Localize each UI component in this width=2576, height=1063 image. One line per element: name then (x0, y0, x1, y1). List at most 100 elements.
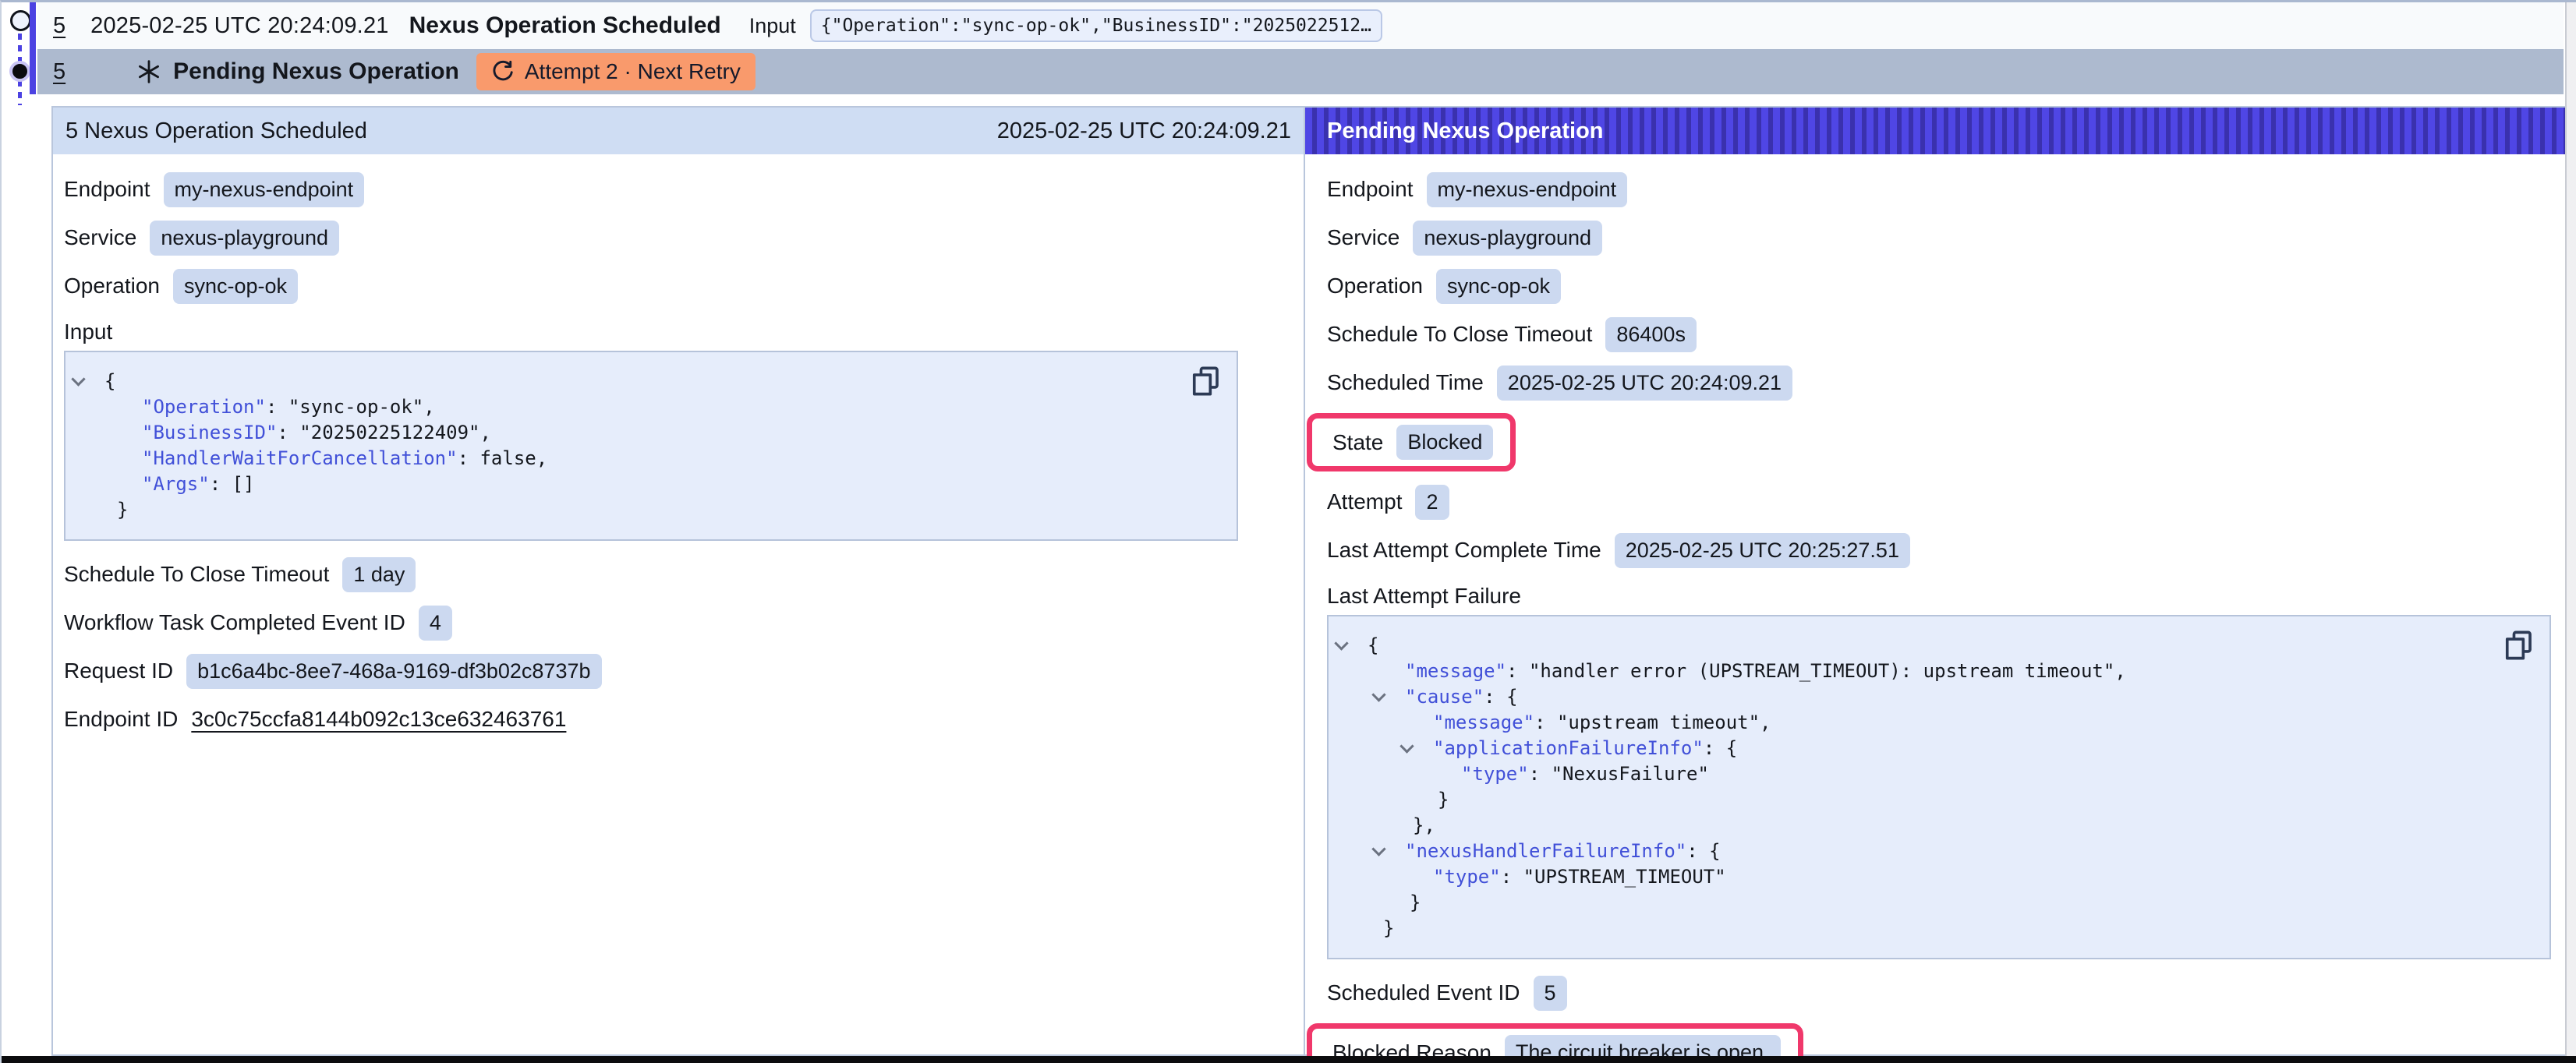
json-token: { (1709, 840, 1720, 862)
event-id-link[interactable]: 5 (53, 13, 65, 39)
json-token: "sync-op-ok" (288, 396, 423, 418)
field-label: Schedule To Close Timeout (1327, 322, 1592, 347)
field-label: Operation (1327, 274, 1423, 298)
json-code-line: "type": "UPSTREAM_TIMEOUT" (1329, 864, 2549, 890)
json-token: { (1726, 737, 1737, 759)
field-row-schedule-to-close-timeout: Schedule To Close Timeout1 day (64, 556, 1290, 592)
field-label: Endpoint (1327, 177, 1414, 202)
json-token: { (1506, 686, 1517, 708)
right-panel-fields: Endpointmy-nexus-endpointServicenexus-pl… (1305, 154, 2565, 1063)
event-id-link[interactable]: 5 (53, 59, 65, 85)
field-value-chip: 2025-02-25 UTC 20:25:27.51 (1615, 533, 1910, 568)
active-event-indicator-bar (30, 2, 36, 94)
field-value-chip: 2025-02-25 UTC 20:24:09.21 (1497, 366, 1792, 401)
field-label: Workflow Task Completed Event ID (64, 610, 405, 635)
json-code-line: "Operation": "sync-op-ok", (65, 394, 1237, 420)
field-value-chip: 86400s (1605, 317, 1697, 352)
endpoint-id-link[interactable]: 3c0c75ccfa8144b092c13ce632463761 (191, 707, 566, 732)
json-token: "type" (1433, 866, 1501, 888)
field-row-operation: Operationsync-op-ok (64, 268, 1290, 304)
collapse-chevron-icon[interactable] (1334, 636, 1348, 650)
collapse-chevron-icon[interactable] (1399, 739, 1414, 753)
field-row-last-attempt-failure: Last Attempt Failure (1327, 581, 2551, 612)
window-bottom-edge (2, 1056, 2576, 1063)
field-row-scheduled-event-id: Scheduled Event ID5 (1327, 975, 2551, 1011)
json-token: , (423, 396, 434, 418)
json-code-line: "BusinessID": "20250225122409", (65, 420, 1237, 446)
field-label: Service (64, 225, 136, 250)
copy-icon[interactable] (2503, 629, 2534, 663)
json-code-line: "Args": [] (65, 471, 1237, 497)
field-row-workflow-task-completed-event-id: Workflow Task Completed Event ID 4 (64, 605, 1290, 641)
scrollbar-gutter (2565, 2, 2576, 1063)
left-panel-header: 5 Nexus Operation Scheduled 2025-02-25 U… (53, 108, 1304, 154)
json-token: : (1534, 712, 1557, 733)
json-token: "BusinessID" (142, 422, 277, 443)
attempt-retry-badge: Attempt 2 · Next Retry (476, 53, 755, 90)
right-panel-header: Pending Nexus Operation (1305, 108, 2565, 154)
json-token: } (1410, 892, 1421, 913)
json-token: : (210, 473, 232, 495)
field-value-chip: sync-op-ok (1436, 269, 1561, 304)
event-row-pending-nexus-operation[interactable]: 5 Pending Nexus Operation Attempt 2 · Ne… (37, 49, 2564, 94)
json-token: "type" (1461, 763, 1529, 785)
field-row-service: Service nexus-playground (64, 220, 1290, 256)
json-code-line: { (1329, 633, 2549, 659)
json-token: , (1760, 712, 1771, 733)
event-timestamp: 2025-02-25 UTC 20:24:09.21 (90, 13, 388, 39)
left-panel-fields: Endpointmy-nexus-endpointServicenexus-pl… (53, 154, 1304, 758)
field-label: Input (64, 320, 112, 344)
event-title: Pending Nexus Operation (173, 58, 459, 85)
json-token: : (1484, 686, 1506, 708)
json-token: : (1501, 866, 1523, 888)
event-open-circle-icon (10, 10, 31, 31)
json-token: : (1686, 840, 1709, 862)
collapse-chevron-icon[interactable] (1371, 687, 1385, 701)
json-token: "UPSTREAM_TIMEOUT" (1523, 866, 1726, 888)
event-title: Nexus Operation Scheduled (409, 12, 721, 39)
json-token: "message" (1433, 712, 1534, 733)
input-json-block: {"Operation": "sync-op-ok","BusinessID":… (64, 351, 1238, 541)
copy-icon[interactable] (1190, 365, 1221, 399)
field-value-chip: 4 (419, 606, 452, 641)
field-row-attempt: Attempt2 (1327, 484, 2551, 520)
failure-json-block: {"message": "handler error (UPSTREAM_TIM… (1327, 615, 2551, 959)
json-token: "NexusFailure" (1552, 763, 1709, 785)
field-label: Request ID (64, 659, 173, 683)
field-label: Schedule To Close Timeout (64, 562, 329, 587)
collapse-chevron-icon[interactable] (1371, 842, 1385, 856)
json-token: : (1506, 660, 1529, 682)
json-token: "upstream timeout" (1557, 712, 1760, 733)
field-label: State (1332, 430, 1383, 455)
field-value-chip: nexus-playground (150, 221, 339, 256)
json-code-line: "message": "upstream timeout", (1329, 710, 2549, 736)
event-filled-dot-icon (9, 61, 30, 82)
json-token: "applicationFailureInfo" (1433, 737, 1704, 759)
event-row-nexus-operation-scheduled[interactable]: 5 2025-02-25 UTC 20:24:09.21 Nexus Opera… (37, 2, 2564, 49)
field-row-input: Input (64, 316, 1290, 348)
field-label: Attempt (1327, 489, 1402, 514)
json-token: "Args" (142, 473, 210, 495)
json-token: "HandlerWaitForCancellation" (142, 447, 458, 469)
json-token: : (1529, 763, 1552, 785)
field-label: Service (1327, 225, 1399, 250)
field-value-chip: Blocked (1396, 425, 1493, 460)
json-code-line: "type": "NexusFailure" (1329, 761, 2549, 787)
json-token: : (277, 422, 299, 443)
asterisk-icon (137, 60, 161, 83)
input-preview-chip: {"Operation":"sync-op-ok","BusinessID":"… (810, 9, 1382, 42)
json-code-line: "HandlerWaitForCancellation": false, (65, 446, 1237, 471)
field-row-schedule-to-close-timeout: Schedule To Close Timeout 86400s (1327, 316, 2551, 352)
json-token: , (2114, 660, 2125, 682)
json-token: { (104, 370, 115, 392)
json-token: "Operation" (142, 396, 266, 418)
field-label: Operation (64, 274, 160, 298)
field-row-endpoint: Endpointmy-nexus-endpoint (1327, 171, 2551, 207)
json-code-line: "nexusHandlerFailureInfo": { (1329, 839, 2549, 864)
retry-icon (491, 60, 515, 83)
right-panel-title: Pending Nexus Operation (1327, 118, 1604, 144)
state-highlight-box: State Blocked (1307, 413, 1516, 471)
collapse-chevron-icon[interactable] (71, 372, 85, 386)
field-label: Endpoint (64, 177, 150, 202)
json-code-line: } (1329, 890, 2549, 916)
